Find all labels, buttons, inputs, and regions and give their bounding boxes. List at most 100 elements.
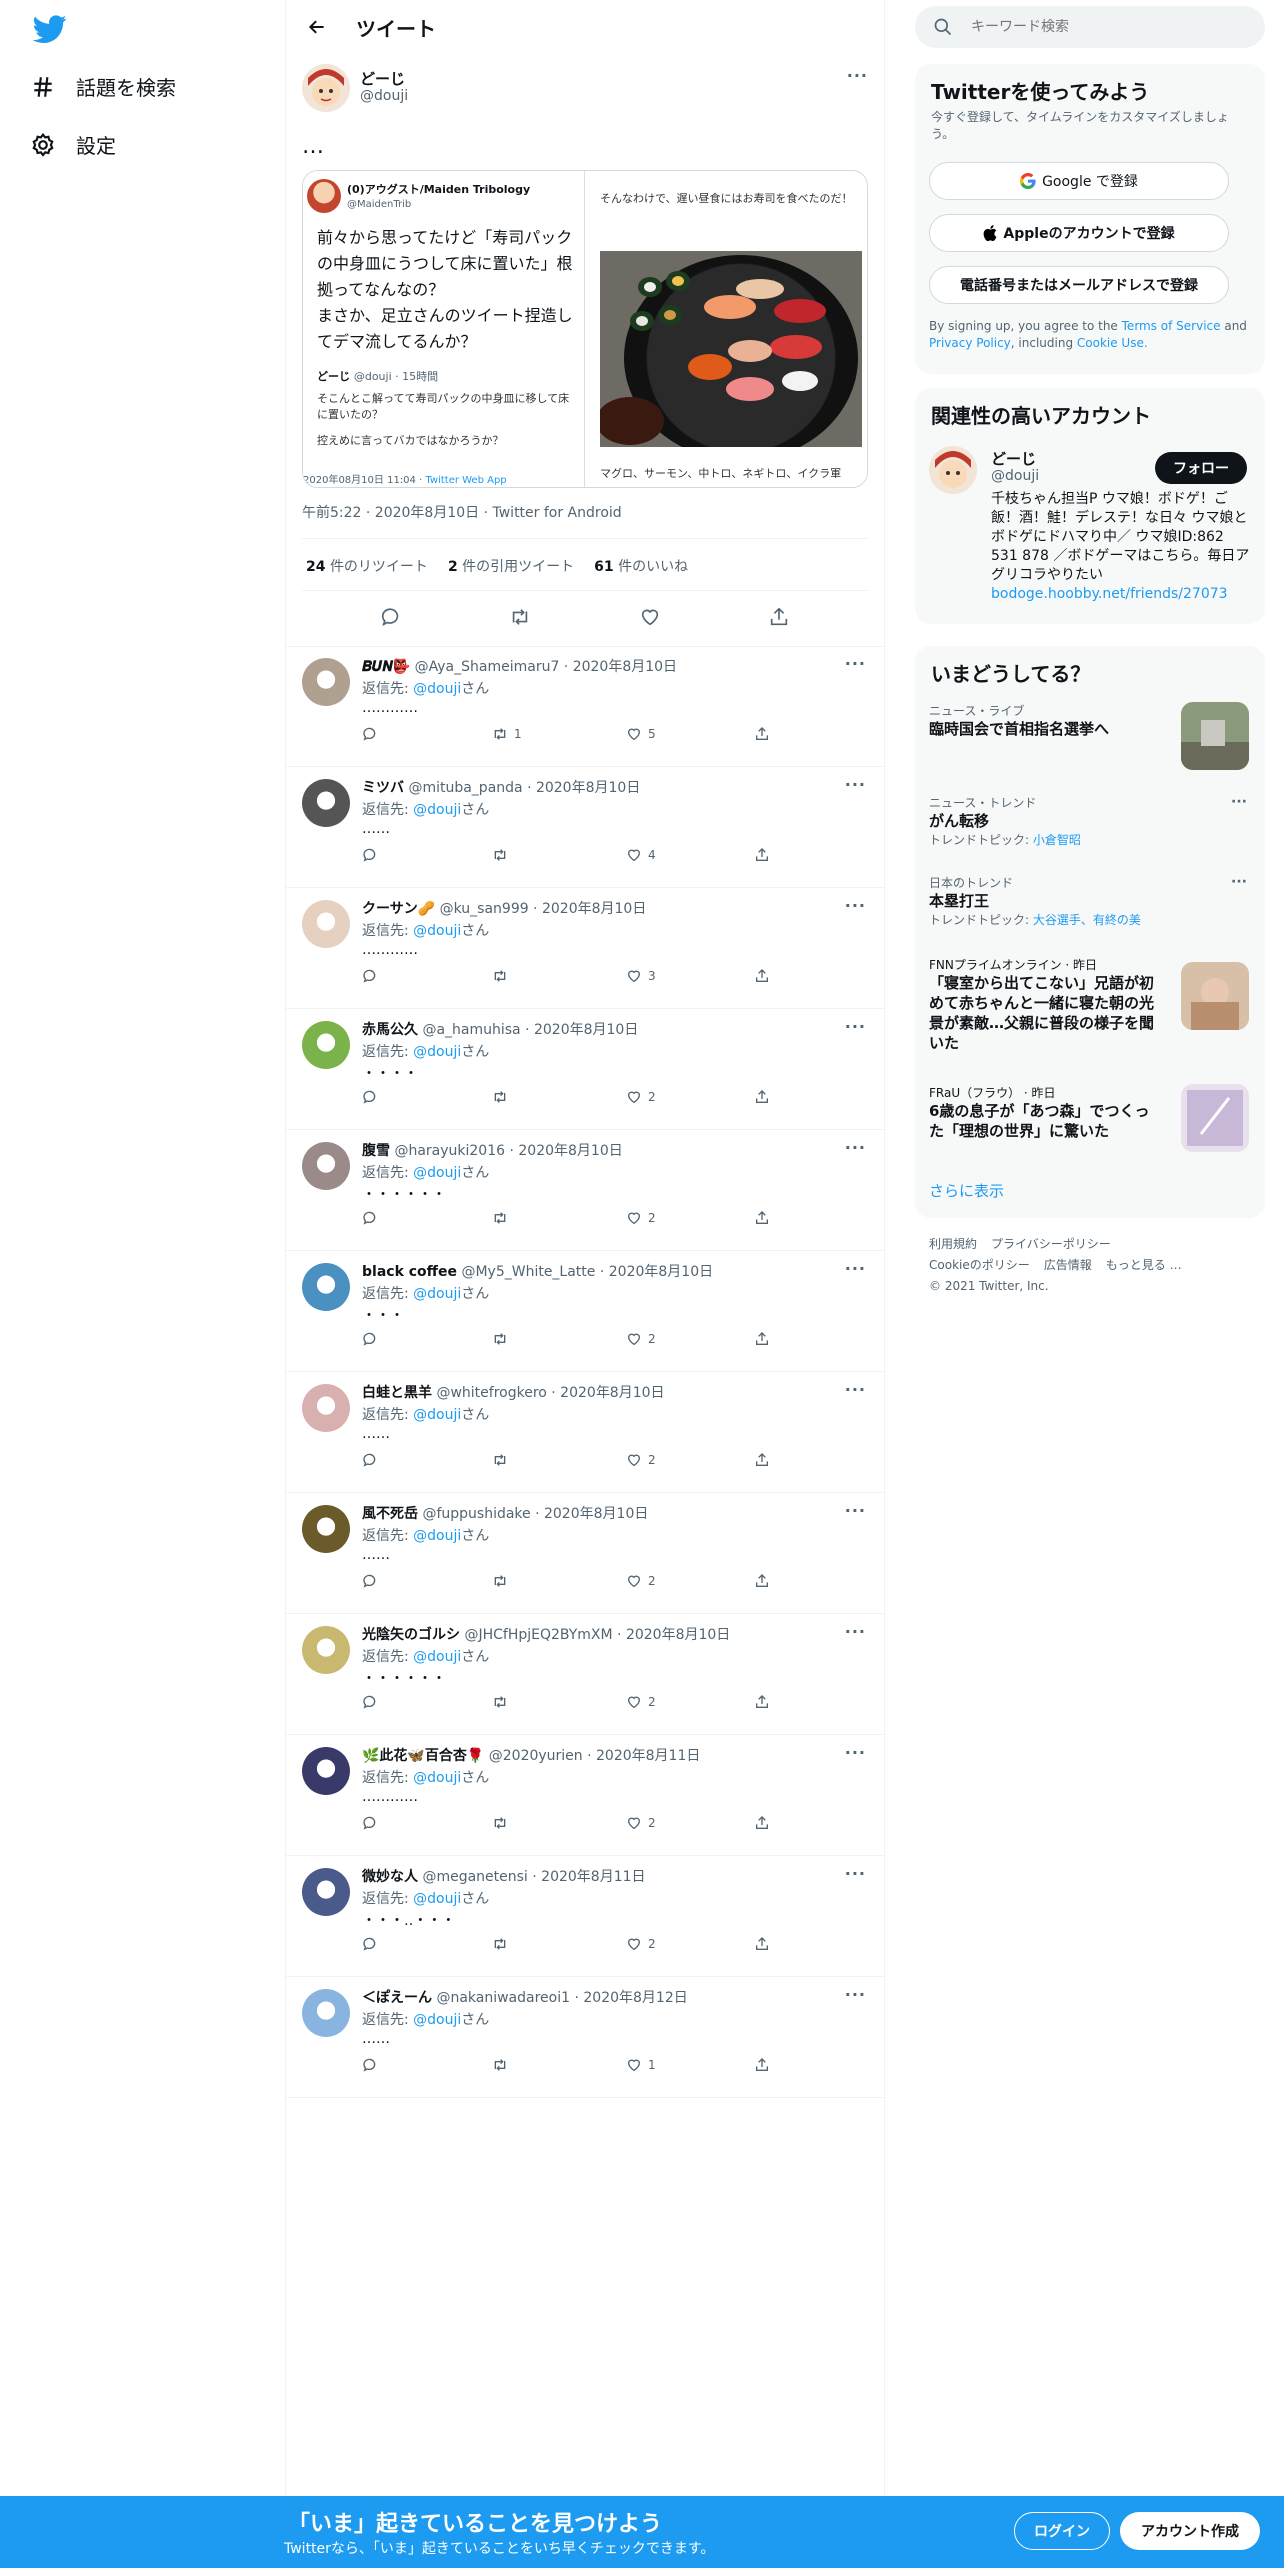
heart-icon[interactable]: 2 — [626, 1210, 656, 1226]
reply-author-name[interactable]: ミツバ — [362, 780, 404, 796]
tweet-media[interactable]: (0)アウグスト/Maiden Tribology @MaidenTrib 前々… — [302, 170, 868, 488]
reply-icon[interactable] — [362, 1210, 378, 1226]
phone-signup-button[interactable]: 電話番号またはメールアドレスで登録 — [929, 266, 1229, 304]
retweet-icon[interactable] — [492, 2057, 514, 2073]
share-icon[interactable] — [754, 726, 770, 742]
reply-tweet[interactable]: black coffee @My5_White_Latte · 2020年8月1… — [286, 1251, 884, 1372]
more-icon[interactable]: ··· — [845, 1380, 866, 1399]
heart-icon[interactable]: 2 — [626, 1331, 656, 1347]
related-handle[interactable]: @douji — [991, 468, 1039, 484]
cookie-link[interactable]: Cookie Use. — [1077, 336, 1148, 350]
heart-icon[interactable]: 5 — [626, 726, 656, 742]
mention-link[interactable]: @douji — [413, 1770, 461, 1786]
retweet-icon[interactable] — [509, 602, 531, 632]
tweet-timestamp[interactable]: 午前5:22 · 2020年8月10日 · Twitter for Androi… — [302, 502, 622, 522]
avatar[interactable] — [302, 1505, 350, 1553]
google-signup-button[interactable]: Google で登録 — [929, 162, 1229, 200]
quotes-stat[interactable]: 2 件の引用ツイート — [448, 556, 574, 576]
mention-link[interactable]: @douji — [413, 923, 461, 939]
more-icon[interactable]: ··· — [845, 775, 866, 794]
show-more-link[interactable]: さらに表示 — [929, 1180, 1004, 1201]
reply-author-name[interactable]: 白蛙と黒羊 — [362, 1385, 432, 1401]
mention-link[interactable]: @douji — [413, 1165, 461, 1181]
share-icon[interactable] — [754, 1452, 770, 1468]
trend-item[interactable]: ニュース・トレンド がん転移 トレンドトピック: 小倉智昭 ··· — [929, 794, 1249, 848]
apple-signup-button[interactable]: Appleのアカウントで登録 — [929, 214, 1229, 252]
trend-item[interactable]: FNNプライムオンライン · 昨日 「寝室から出てこない」兄語が初めて赤ちゃんと… — [929, 956, 1249, 1066]
reply-author-name[interactable]: black coffee — [362, 1264, 457, 1280]
mention-link[interactable]: @douji — [413, 1528, 461, 1544]
more-icon[interactable]: ··· — [845, 896, 866, 915]
avatar[interactable] — [302, 1626, 350, 1674]
reply-handle[interactable]: @ku_san999 · 2020年8月10日 — [440, 901, 647, 917]
reply-author-name[interactable]: 微妙な人 — [362, 1869, 418, 1885]
share-icon[interactable] — [754, 1694, 770, 1710]
reply-author-name[interactable]: 赤馬公久 — [362, 1022, 418, 1038]
reply-handle[interactable]: @JHCfHpjEQ2BYmXM · 2020年8月10日 — [464, 1627, 730, 1643]
share-icon[interactable] — [754, 2057, 770, 2073]
mention-link[interactable]: @douji — [413, 1649, 461, 1665]
trend-item[interactable]: ニュース・ライブ 臨時国会で首相指名選挙へ — [929, 702, 1249, 782]
reply-handle[interactable]: @My5_White_Latte · 2020年8月10日 — [461, 1264, 713, 1280]
share-icon[interactable] — [768, 602, 790, 632]
reply-tweet[interactable]: 🌿此花🦋百合杏🌹 @2020yurien · 2020年8月11日 ··· 返信先:… — [286, 1735, 884, 1856]
reply-author-name[interactable]: 腹雪 — [362, 1143, 390, 1159]
reply-icon[interactable] — [362, 1815, 378, 1831]
mention-link[interactable]: @douji — [413, 802, 461, 818]
retweet-icon[interactable] — [492, 968, 514, 984]
reply-handle[interactable]: @a_hamuhisa · 2020年8月10日 — [422, 1022, 638, 1038]
related-name[interactable]: どーじ — [991, 448, 1036, 469]
reply-handle[interactable]: @fuppushidake · 2020年8月10日 — [422, 1506, 648, 1522]
more-icon[interactable]: ··· — [845, 1985, 866, 2004]
reply-handle[interactable]: @meganetensi · 2020年8月11日 — [422, 1869, 645, 1885]
reply-handle[interactable]: @whitefrogkero · 2020年8月10日 — [436, 1385, 664, 1401]
mention-link[interactable]: @douji — [413, 2012, 461, 2028]
avatar[interactable] — [929, 446, 977, 494]
reply-tweet[interactable]: 赤馬公久 @a_hamuhisa · 2020年8月10日 ··· 返信先: @do… — [286, 1009, 884, 1130]
share-icon[interactable] — [754, 1331, 770, 1347]
reply-icon[interactable] — [362, 1089, 378, 1105]
mention-link[interactable]: @douji — [413, 1891, 461, 1907]
bio-link[interactable]: bodoge.hoobby.net/friends/27073 — [991, 585, 1253, 604]
reply-author-name[interactable]: 𝑩𝑼𝑵👺 — [362, 659, 410, 675]
nav-settings[interactable]: 設定 — [30, 130, 116, 159]
follow-button[interactable]: フォロー — [1155, 452, 1247, 484]
avatar[interactable] — [302, 1021, 350, 1069]
trend-item[interactable]: 日本のトレンド 本塁打王 トレンドトピック: 大谷選手、有終の美 ··· — [929, 874, 1249, 928]
twitter-logo-icon[interactable] — [30, 12, 70, 46]
avatar[interactable] — [302, 1989, 350, 2037]
likes-stat[interactable]: 61 件のいいね — [594, 556, 688, 576]
media-image-right[interactable]: そんなわけで、遅い昼食にはお寿司を食べたのだ！ マグロ、サーモン、中トロ、ネギト… — [586, 171, 867, 487]
share-icon[interactable] — [754, 1210, 770, 1226]
trend-item[interactable]: FRaU（フラウ） · 昨日 6歳の息子が「あつ森」でつくった「理想の世界」に驚… — [929, 1084, 1249, 1164]
share-icon[interactable] — [754, 1089, 770, 1105]
footer-privacy[interactable]: プライバシーポリシー — [991, 1237, 1111, 1251]
signup-button[interactable]: アカウント作成 — [1120, 2512, 1260, 2550]
retweet-icon[interactable] — [492, 1089, 514, 1105]
more-icon[interactable]: ··· — [1231, 874, 1247, 890]
retweet-icon[interactable]: 1 — [492, 726, 522, 742]
reply-icon[interactable] — [362, 1331, 378, 1347]
retweet-icon[interactable] — [492, 1452, 514, 1468]
footer-cookie[interactable]: Cookieのポリシー — [929, 1258, 1030, 1272]
reply-author-name[interactable]: 光陰矢のゴルシ — [362, 1627, 460, 1643]
more-icon[interactable]: ··· — [845, 1622, 866, 1641]
retweet-icon[interactable] — [492, 847, 514, 863]
privacy-link[interactable]: Privacy Policy — [929, 336, 1011, 350]
terms-link[interactable]: Terms of Service — [1122, 319, 1221, 333]
heart-icon[interactable]: 4 — [626, 847, 656, 863]
retweets-stat[interactable]: 24 件のリツイート — [306, 556, 428, 576]
heart-icon[interactable]: 2 — [626, 1573, 656, 1589]
avatar[interactable] — [302, 1384, 350, 1432]
share-icon[interactable] — [754, 1815, 770, 1831]
more-icon[interactable]: ··· — [847, 66, 868, 85]
reply-icon[interactable] — [362, 2057, 378, 2073]
footer-more[interactable]: もっと見る … — [1106, 1258, 1182, 1272]
author-handle[interactable]: @douji — [360, 88, 408, 104]
heart-icon[interactable]: 2 — [626, 1815, 656, 1831]
avatar[interactable] — [302, 1263, 350, 1311]
reply-icon[interactable] — [362, 1573, 378, 1589]
heart-icon[interactable]: 2 — [626, 1936, 656, 1952]
reply-icon[interactable] — [362, 726, 378, 742]
login-button[interactable]: ログイン — [1014, 2512, 1110, 2550]
